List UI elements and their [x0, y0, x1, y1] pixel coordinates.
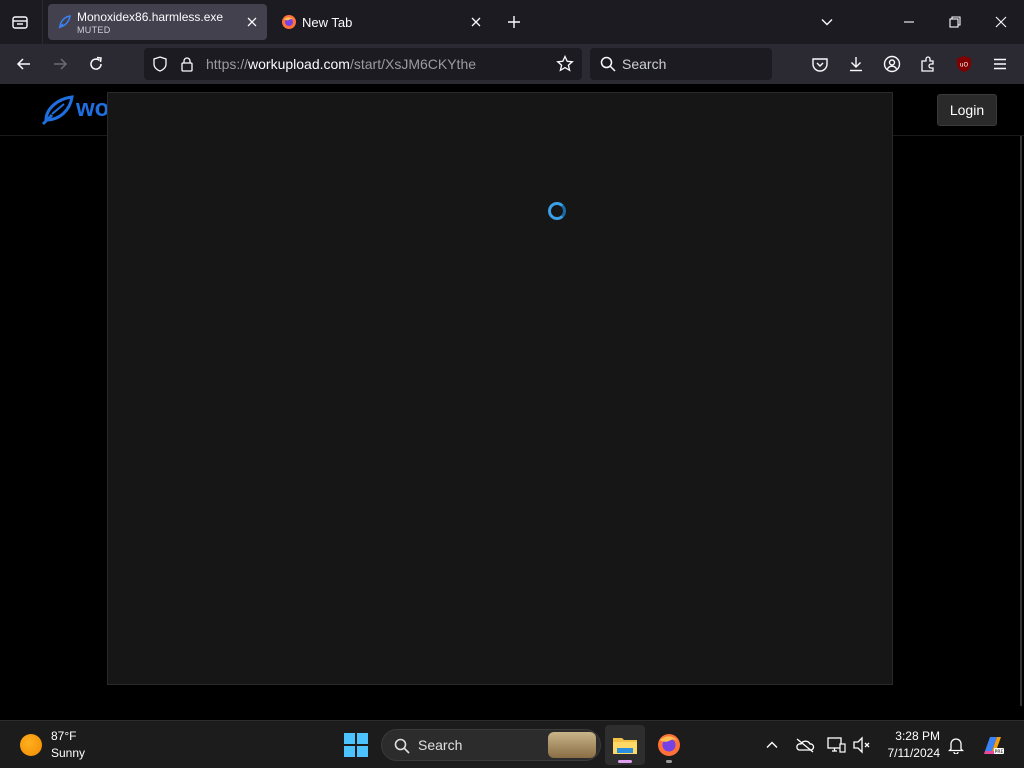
browser-navbar: https://workupload.com/start/XsJM6CKYthe…: [0, 44, 1024, 84]
account-icon[interactable]: [880, 52, 904, 76]
close-icon[interactable]: [469, 15, 483, 29]
sun-weather-icon[interactable]: [20, 734, 42, 756]
forward-arrow-icon[interactable]: [48, 52, 72, 76]
tab-title: Monoxidex86.harmless.exe: [77, 10, 224, 24]
page-scrollbar[interactable]: [1020, 136, 1022, 706]
new-tab-plus-icon[interactable]: [503, 11, 525, 33]
restore-icon[interactable]: [932, 0, 978, 44]
bookmark-star-icon[interactable]: [556, 54, 574, 78]
firefox-icon: [281, 14, 297, 30]
taskbar-search-box[interactable]: Search: [381, 729, 601, 761]
shield-icon[interactable]: [152, 56, 168, 77]
firefox-view-icon[interactable]: [8, 10, 32, 34]
loading-spinner-icon: [548, 202, 566, 220]
workupload-logo-icon[interactable]: [40, 94, 76, 131]
search-bar[interactable]: Search: [590, 48, 772, 80]
site-logo-text[interactable]: wo: [76, 95, 109, 123]
chevron-down-icon[interactable]: [816, 11, 838, 33]
lock-icon[interactable]: [180, 56, 194, 77]
weather-description[interactable]: Sunny: [51, 746, 85, 760]
close-window-icon[interactable]: [978, 0, 1024, 44]
url-host: workupload.com: [248, 56, 350, 72]
workupload-favicon-icon: [57, 14, 73, 30]
onedrive-offline-icon[interactable]: [795, 735, 815, 755]
notification-bell-icon[interactable]: [946, 735, 966, 755]
active-app-indicator: [618, 760, 632, 763]
tab-monoxidex[interactable]: Monoxidex86.harmless.exe MUTED: [48, 4, 267, 40]
tab-muted-label: MUTED: [77, 25, 111, 35]
menu-hamburger-icon[interactable]: [988, 52, 1012, 76]
pocket-icon[interactable]: [808, 52, 832, 76]
windows-start-icon[interactable]: [344, 733, 368, 757]
login-button[interactable]: Login: [937, 94, 997, 126]
weather-temperature[interactable]: 87°F: [51, 729, 76, 743]
firefox-taskbar-icon[interactable]: [649, 725, 689, 765]
running-app-indicator: [666, 760, 672, 763]
copilot-icon[interactable]: PRE: [981, 733, 1005, 757]
search-highlight-image: [548, 732, 596, 758]
url-text[interactable]: https://workupload.com/start/XsJM6CKYthe: [206, 56, 476, 72]
tab-new-tab[interactable]: New Tab: [272, 4, 491, 40]
tabstrip-divider: [42, 0, 43, 44]
reload-icon[interactable]: [84, 52, 108, 76]
url-scheme: https://: [206, 56, 249, 72]
taskbar-search-label: Search: [418, 737, 463, 753]
clock-date[interactable]: 7/11/2024: [880, 746, 941, 760]
url-path: /start/XsJM6CKYthe: [349, 56, 477, 72]
clock-time[interactable]: 3:28 PM: [880, 729, 940, 743]
svg-text:uO: uO: [960, 62, 969, 69]
svg-text:PRE: PRE: [995, 749, 1004, 755]
network-display-icon[interactable]: [826, 735, 846, 755]
search-icon: [394, 738, 410, 759]
file-explorer-icon[interactable]: [605, 725, 645, 765]
volume-muted-icon[interactable]: [852, 735, 872, 755]
chevron-up-icon[interactable]: [762, 735, 782, 755]
search-placeholder: Search: [622, 56, 667, 72]
browser-tabstrip: Monoxidex86.harmless.exe MUTED New Tab: [0, 0, 1024, 44]
url-bar[interactable]: https://workupload.com/start/XsJM6CKYthe: [144, 48, 582, 80]
loading-modal: [107, 92, 893, 685]
minimize-icon[interactable]: [886, 0, 932, 44]
extensions-puzzle-icon[interactable]: [916, 52, 940, 76]
web-page: wo Login: [0, 84, 1024, 720]
search-icon: [600, 56, 616, 77]
back-arrow-icon[interactable]: [12, 52, 36, 76]
close-icon[interactable]: [245, 15, 259, 29]
tab-title: New Tab: [302, 15, 353, 30]
ublock-origin-icon[interactable]: uO: [952, 52, 976, 76]
download-icon[interactable]: [844, 52, 868, 76]
taskbar: 87°F Sunny Search 3:28 PM 7/11/2024 PRE: [0, 720, 1024, 768]
